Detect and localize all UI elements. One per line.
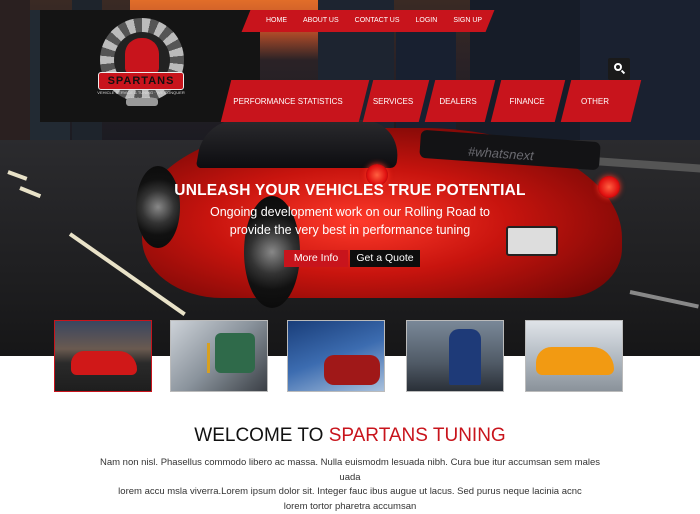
thumb-car-shape bbox=[71, 351, 137, 375]
nav-services[interactable]: SERVICES bbox=[364, 80, 422, 122]
building bbox=[0, 0, 30, 140]
thumb-car-rear bbox=[324, 355, 380, 385]
thumb-oil-can bbox=[215, 333, 255, 373]
search-button[interactable] bbox=[608, 58, 630, 80]
thumbnail-red-sports-car[interactable] bbox=[54, 320, 152, 392]
more-info-button[interactable]: More Info bbox=[284, 250, 348, 267]
hero-subline-2: provide the very best in performance tun… bbox=[229, 223, 471, 237]
welcome-heading: WELCOME TO SPARTANS TUNING bbox=[0, 425, 700, 447]
welcome-paragraph: Nam non nisl. Phasellus commodo libero a… bbox=[92, 456, 608, 514]
welcome-title-plain: WELCOME TO bbox=[194, 425, 329, 446]
search-icon-handle bbox=[620, 69, 626, 75]
get-a-quote-button[interactable]: Get a Quote bbox=[350, 250, 420, 267]
thumbnail-oil-change[interactable] bbox=[170, 320, 268, 392]
nav-contact-us[interactable]: CONTACT US bbox=[347, 10, 408, 32]
nav-about-us[interactable]: ABOUT US bbox=[295, 10, 347, 32]
wrench-icon bbox=[126, 98, 158, 106]
tail-light bbox=[598, 176, 620, 198]
thumb-orange-car bbox=[536, 347, 614, 375]
spartan-helmet-icon bbox=[125, 38, 159, 74]
thumbnail-mechanic[interactable] bbox=[406, 320, 504, 392]
top-nav: HOME ABOUT US CONTACT US LOGIN SIGN UP bbox=[258, 10, 490, 32]
hero-banner: #whatsnext SPARTANS VEHICLE SERVICE & TU… bbox=[0, 0, 700, 356]
welcome-line-3: lorem tortor pharetra accumsan bbox=[283, 500, 417, 512]
thumb-oil-stream bbox=[207, 343, 210, 373]
hero-subheadline: Ongoing development work on our Rolling … bbox=[170, 203, 530, 239]
hero-headline: UNLEASH YOUR VEHICLES TRUE POTENTIAL bbox=[174, 182, 526, 199]
welcome-title-accent: SPARTANS TUNING bbox=[328, 425, 506, 446]
nav-performance-statistics[interactable]: PERFORMANCE STATISTICS bbox=[232, 80, 344, 122]
nav-login[interactable]: LOGIN bbox=[408, 10, 446, 32]
thumbnail-car-wash[interactable] bbox=[287, 320, 385, 392]
nav-dealers[interactable]: DEALERS bbox=[428, 80, 488, 122]
logo-name: SPARTANS bbox=[107, 75, 175, 87]
nav-sign-up[interactable]: SIGN UP bbox=[445, 10, 490, 32]
car-windshield bbox=[195, 120, 405, 168]
welcome-line-2: lorem accu msla viverra.Lorem ipsum dolo… bbox=[118, 486, 582, 497]
nav-finance[interactable]: FINANCE bbox=[494, 80, 560, 122]
nav-other[interactable]: OTHER bbox=[564, 80, 626, 122]
nav-home[interactable]: HOME bbox=[258, 10, 295, 32]
thumb-mechanic-figure bbox=[449, 329, 481, 385]
hero-subline-1: Ongoing development work on our Rolling … bbox=[209, 205, 491, 219]
welcome-line-1: Nam non nisl. Phasellus commodo libero a… bbox=[99, 457, 601, 483]
page: #whatsnext SPARTANS VEHICLE SERVICE & TU… bbox=[0, 0, 700, 514]
thumbnail-orange-sports-car[interactable] bbox=[525, 320, 623, 392]
